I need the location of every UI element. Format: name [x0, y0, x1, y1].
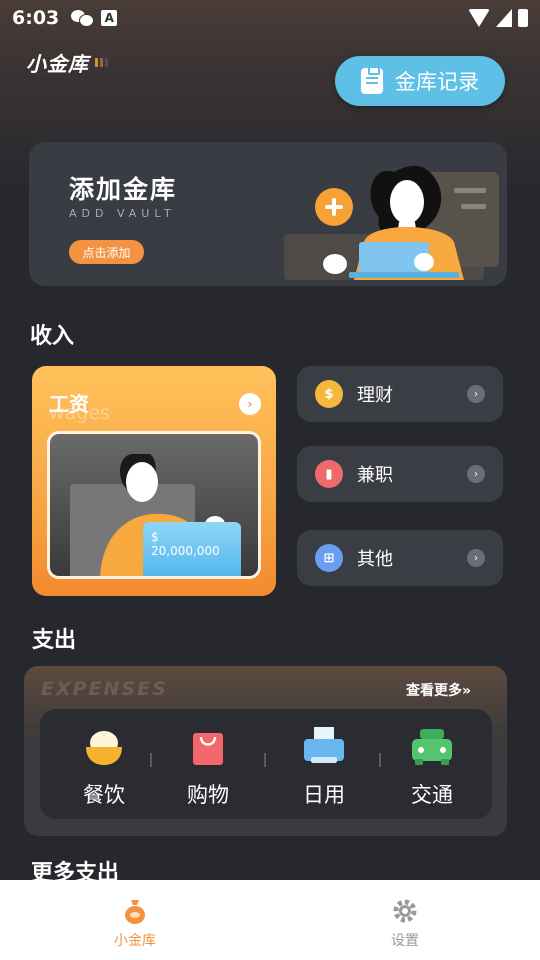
wages-title: 工资: [49, 392, 89, 416]
expense-item-daily[interactable]: 日用: [284, 727, 364, 809]
cash-amount: 20,000,000: [151, 544, 220, 558]
divider: [150, 753, 152, 767]
expense-bg-text: EXPENSES: [41, 678, 168, 700]
food-bowl-icon: [86, 731, 122, 765]
expense-card: EXPENSES 查看更多» 餐饮 购物 日用 交通: [24, 666, 507, 836]
printer-icon: [304, 727, 344, 763]
bottom-tab-bar: 小金库 设置: [0, 880, 540, 960]
expense-item-label: 交通: [411, 783, 453, 807]
briefcase-icon: ▮: [315, 460, 343, 488]
add-vault-title: 添加金库: [69, 175, 178, 204]
income-item-jianzhi[interactable]: ▮ 兼职 ›: [297, 446, 503, 502]
chevron-right-icon: ›: [467, 385, 485, 403]
tab-settings[interactable]: 设置: [270, 880, 540, 960]
cash-symbol: $: [151, 530, 159, 544]
logo-bars-icon: [95, 58, 108, 67]
add-vault-card[interactable]: 添加金库 ADD VAULT 点击添加: [29, 142, 507, 286]
app-logo-text: 小金库: [26, 52, 89, 76]
income-item-label: 其他: [357, 549, 393, 570]
chevron-right-icon: ›: [467, 465, 485, 483]
gear-icon: [393, 899, 417, 923]
clipboard-icon: [361, 66, 383, 94]
a-icon: A: [101, 10, 118, 26]
divider: [264, 753, 266, 767]
add-vault-subtitle: ADD VAULT: [69, 207, 176, 220]
cash-card: $ 20,000,000: [143, 522, 241, 576]
tab-settings-label: 设置: [391, 933, 419, 949]
status-time: 6:03: [12, 7, 60, 29]
shopping-bag-icon: [193, 733, 223, 765]
expense-item-transport[interactable]: 交通: [392, 727, 472, 809]
grid-icon: ⊞: [315, 544, 343, 572]
income-item-label: 理财: [357, 385, 393, 406]
car-icon: [412, 729, 452, 765]
expense-item-label: 购物: [187, 783, 229, 807]
vault-record-label: 金库记录: [395, 70, 479, 94]
income-section-title: 收入: [30, 324, 75, 349]
tab-vault[interactable]: 小金库: [0, 880, 270, 960]
income-item-label: 兼职: [357, 465, 393, 486]
expense-item-label: 日用: [303, 783, 345, 807]
battery-icon: [518, 9, 528, 27]
divider: [379, 753, 381, 767]
woman-laptop-illustration: [284, 165, 499, 280]
coin-icon: $: [315, 380, 343, 408]
expense-section-title: 支出: [32, 628, 77, 653]
chevron-right-icon: ›: [467, 549, 485, 567]
income-item-qita[interactable]: ⊞ 其他 ›: [297, 530, 503, 586]
view-more-link[interactable]: 查看更多»: [406, 680, 471, 700]
wifi-icon: [468, 9, 490, 27]
signal-icon: [496, 9, 512, 27]
add-vault-button[interactable]: 点击添加: [69, 240, 144, 264]
expense-item-shopping[interactable]: 购物: [168, 727, 248, 809]
expense-item-label: 餐饮: [83, 783, 125, 807]
tab-vault-label: 小金库: [114, 933, 156, 949]
money-bag-icon: [125, 900, 145, 924]
wechat-icon: [71, 9, 95, 27]
vault-record-button[interactable]: 金库记录: [335, 56, 505, 106]
expense-item-food[interactable]: 餐饮: [64, 727, 144, 809]
app-logo: 小金库: [26, 48, 108, 77]
expense-category-panel: 餐饮 购物 日用 交通: [40, 709, 492, 819]
status-bar: 6:03 A: [0, 0, 540, 36]
wages-illustration: $ 20,000,000: [47, 431, 261, 579]
income-item-licai[interactable]: $ 理财 ›: [297, 366, 503, 422]
wages-card[interactable]: wages 工资 › $ 20,000,000: [32, 366, 276, 596]
wages-arrow-icon[interactable]: ›: [239, 393, 261, 415]
